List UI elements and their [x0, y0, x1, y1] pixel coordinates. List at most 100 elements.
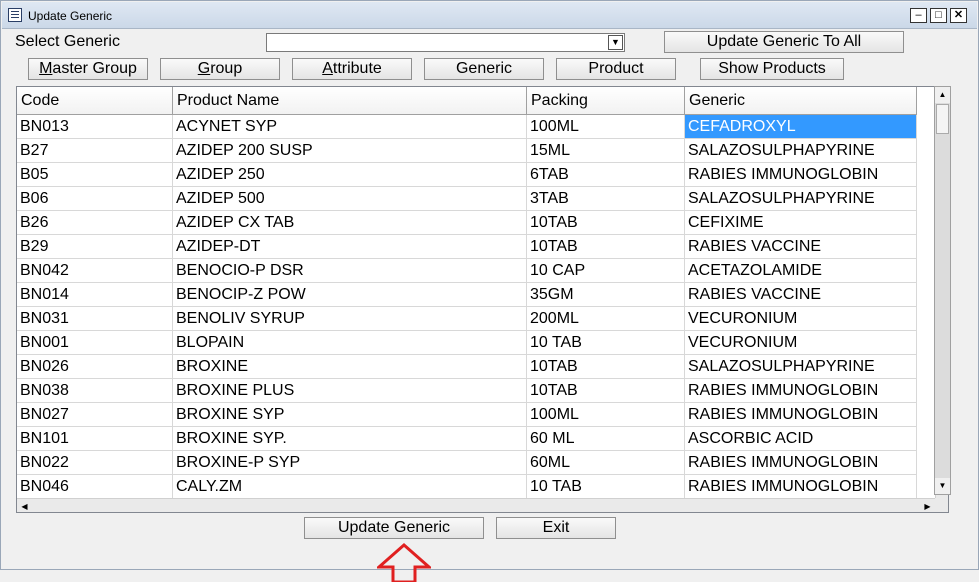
table-cell-product-name[interactable]: BENOCIO-P DSR [173, 259, 527, 283]
table-row[interactable]: B26 AZIDEP CX TAB 10TAB CEFIXIME [17, 211, 917, 235]
update-generic-button[interactable]: Update Generic [304, 517, 484, 539]
table-row[interactable]: BN013 ACYNET SYP 100ML CEFADROXYL [17, 115, 917, 139]
table-cell-code[interactable]: BN027 [17, 403, 173, 427]
table-cell-code[interactable]: BN026 [17, 355, 173, 379]
table-cell-generic[interactable]: CEFIXIME [685, 211, 917, 235]
scroll-right-icon[interactable]: ▶ [920, 499, 935, 512]
table-cell-generic[interactable]: CEFADROXYL [685, 115, 917, 139]
table-row[interactable]: BN101 BROXINE SYP. 60 ML ASCORBIC ACID [17, 427, 917, 451]
table-cell-product-name[interactable]: BENOCIP-Z POW [173, 283, 527, 307]
table-cell-code[interactable]: BN013 [17, 115, 173, 139]
table-cell-product-name[interactable]: AZIDEP 200 SUSP [173, 139, 527, 163]
table-cell-product-name[interactable]: CALY.ZM [173, 475, 527, 499]
table-cell-generic[interactable]: RABIES IMMUNOGLOBIN [685, 403, 917, 427]
close-icon[interactable]: ✕ [950, 8, 967, 23]
grid-horizontal-scrollbar[interactable]: ◀ ▶ [17, 498, 935, 512]
app-menu-icon[interactable] [8, 8, 22, 22]
form-vertical-scrollbar[interactable]: ▲ ▼ [934, 86, 951, 495]
table-cell-generic[interactable]: SALAZOSULPHAPYRINE [685, 355, 917, 379]
scroll-down-icon[interactable]: ▼ [935, 478, 950, 494]
table-cell-generic[interactable]: RABIES IMMUNOGLOBIN [685, 451, 917, 475]
scroll-up-icon[interactable]: ▲ [935, 87, 950, 103]
table-cell-product-name[interactable]: AZIDEP CX TAB [173, 211, 527, 235]
master-group-button[interactable]: Master Group [28, 58, 148, 80]
table-cell-packing[interactable]: 10 TAB [527, 475, 685, 499]
table-row[interactable]: BN042 BENOCIO-P DSR 10 CAP ACETAZOLAMIDE [17, 259, 917, 283]
table-cell-product-name[interactable]: ACYNET SYP [173, 115, 527, 139]
table-cell-packing[interactable]: 6TAB [527, 163, 685, 187]
table-cell-packing[interactable]: 10TAB [527, 379, 685, 403]
table-cell-generic[interactable]: RABIES VACCINE [685, 235, 917, 259]
table-cell-code[interactable]: BN022 [17, 451, 173, 475]
table-cell-code[interactable]: BN101 [17, 427, 173, 451]
table-cell-code[interactable]: B06 [17, 187, 173, 211]
table-row[interactable]: BN038 BROXINE PLUS 10TAB RABIES IMMUNOGLOBI… [17, 379, 917, 403]
table-cell-packing[interactable]: 200ML [527, 307, 685, 331]
show-products-button[interactable]: Show Products [700, 58, 844, 80]
table-cell-code[interactable]: BN046 [17, 475, 173, 499]
exit-button[interactable]: Exit [496, 517, 616, 539]
table-cell-code[interactable]: BN038 [17, 379, 173, 403]
table-row[interactable]: BN046 CALY.ZM 10 TAB RABIES IMMUNOGLOBIN [17, 475, 917, 499]
table-cell-code[interactable]: B27 [17, 139, 173, 163]
table-cell-product-name[interactable]: BENOLIV SYRUP [173, 307, 527, 331]
table-row[interactable]: BN022 BROXINE-P SYP 60ML RABIES IMMUNOGLOBI… [17, 451, 917, 475]
table-cell-generic[interactable]: VECURONIUM [685, 307, 917, 331]
scroll-thumb[interactable] [936, 104, 949, 134]
table-cell-product-name[interactable]: BROXINE SYP. [173, 427, 527, 451]
product-button[interactable]: Product [556, 58, 676, 80]
table-cell-product-name[interactable]: BROXINE PLUS [173, 379, 527, 403]
column-header-code[interactable]: Code [17, 87, 173, 115]
table-cell-generic[interactable]: VECURONIUM [685, 331, 917, 355]
table-row[interactable]: B05 AZIDEP 250 6TAB RABIES IMMUNOGLOBIN [17, 163, 917, 187]
table-cell-code[interactable]: BN001 [17, 331, 173, 355]
table-cell-code[interactable]: B05 [17, 163, 173, 187]
table-row[interactable]: BN031 BENOLIV SYRUP 200ML VECURONIUM [17, 307, 917, 331]
table-row[interactable]: BN014 BENOCIP-Z POW 35GM RABIES VACCINE [17, 283, 917, 307]
table-cell-packing[interactable]: 60ML [527, 451, 685, 475]
table-row[interactable]: B29 AZIDEP-DT 10TAB RABIES VACCINE [17, 235, 917, 259]
chevron-down-icon[interactable]: ▼ [608, 35, 623, 50]
table-cell-code[interactable]: BN031 [17, 307, 173, 331]
table-cell-generic[interactable]: RABIES IMMUNOGLOBIN [685, 475, 917, 499]
table-cell-packing[interactable]: 10TAB [527, 235, 685, 259]
column-header-generic[interactable]: Generic [685, 87, 917, 115]
table-cell-packing[interactable]: 15ML [527, 139, 685, 163]
table-cell-packing[interactable]: 35GM [527, 283, 685, 307]
table-cell-packing[interactable]: 10 TAB [527, 331, 685, 355]
table-cell-generic[interactable]: SALAZOSULPHAPYRINE [685, 139, 917, 163]
table-cell-packing[interactable]: 10TAB [527, 355, 685, 379]
table-cell-code[interactable]: B26 [17, 211, 173, 235]
column-header-product-name[interactable]: Product Name [173, 87, 527, 115]
table-cell-product-name[interactable]: AZIDEP-DT [173, 235, 527, 259]
table-row[interactable]: BN001 BLOPAIN 10 TAB VECURONIUM [17, 331, 917, 355]
column-header-packing[interactable]: Packing [527, 87, 685, 115]
products-grid[interactable]: Code Product Name Packing Generic BN013 ACYN… [16, 86, 949, 513]
table-row[interactable]: B06 AZIDEP 500 3TAB SALAZOSULPHAPYRINE [17, 187, 917, 211]
table-cell-generic[interactable]: RABIES IMMUNOGLOBIN [685, 379, 917, 403]
table-cell-generic[interactable]: ASCORBIC ACID [685, 427, 917, 451]
table-cell-packing[interactable]: 100ML [527, 115, 685, 139]
table-cell-product-name[interactable]: BROXINE-P SYP [173, 451, 527, 475]
update-generic-to-all-button[interactable]: Update Generic To All [664, 31, 904, 53]
table-cell-product-name[interactable]: BLOPAIN [173, 331, 527, 355]
table-cell-product-name[interactable]: AZIDEP 250 [173, 163, 527, 187]
table-cell-packing[interactable]: 10 CAP [527, 259, 685, 283]
minimize-icon[interactable]: – [910, 8, 927, 23]
table-cell-product-name[interactable]: BROXINE [173, 355, 527, 379]
generic-button[interactable]: Generic [424, 58, 544, 80]
table-cell-generic[interactable]: SALAZOSULPHAPYRINE [685, 187, 917, 211]
table-cell-packing[interactable]: 100ML [527, 403, 685, 427]
table-cell-code[interactable]: BN042 [17, 259, 173, 283]
table-cell-packing[interactable]: 60 ML [527, 427, 685, 451]
group-button[interactable]: Group [160, 58, 280, 80]
table-cell-code[interactable]: B29 [17, 235, 173, 259]
select-generic-dropdown[interactable]: ▼ [266, 33, 625, 52]
table-cell-generic[interactable]: RABIES IMMUNOGLOBIN [685, 163, 917, 187]
table-cell-code[interactable]: BN014 [17, 283, 173, 307]
table-cell-product-name[interactable]: AZIDEP 500 [173, 187, 527, 211]
table-row[interactable]: BN027 BROXINE SYP 100ML RABIES IMMUNOGLOBIN [17, 403, 917, 427]
attribute-button[interactable]: Attribute [292, 58, 412, 80]
table-cell-packing[interactable]: 10TAB [527, 211, 685, 235]
table-cell-generic[interactable]: RABIES VACCINE [685, 283, 917, 307]
